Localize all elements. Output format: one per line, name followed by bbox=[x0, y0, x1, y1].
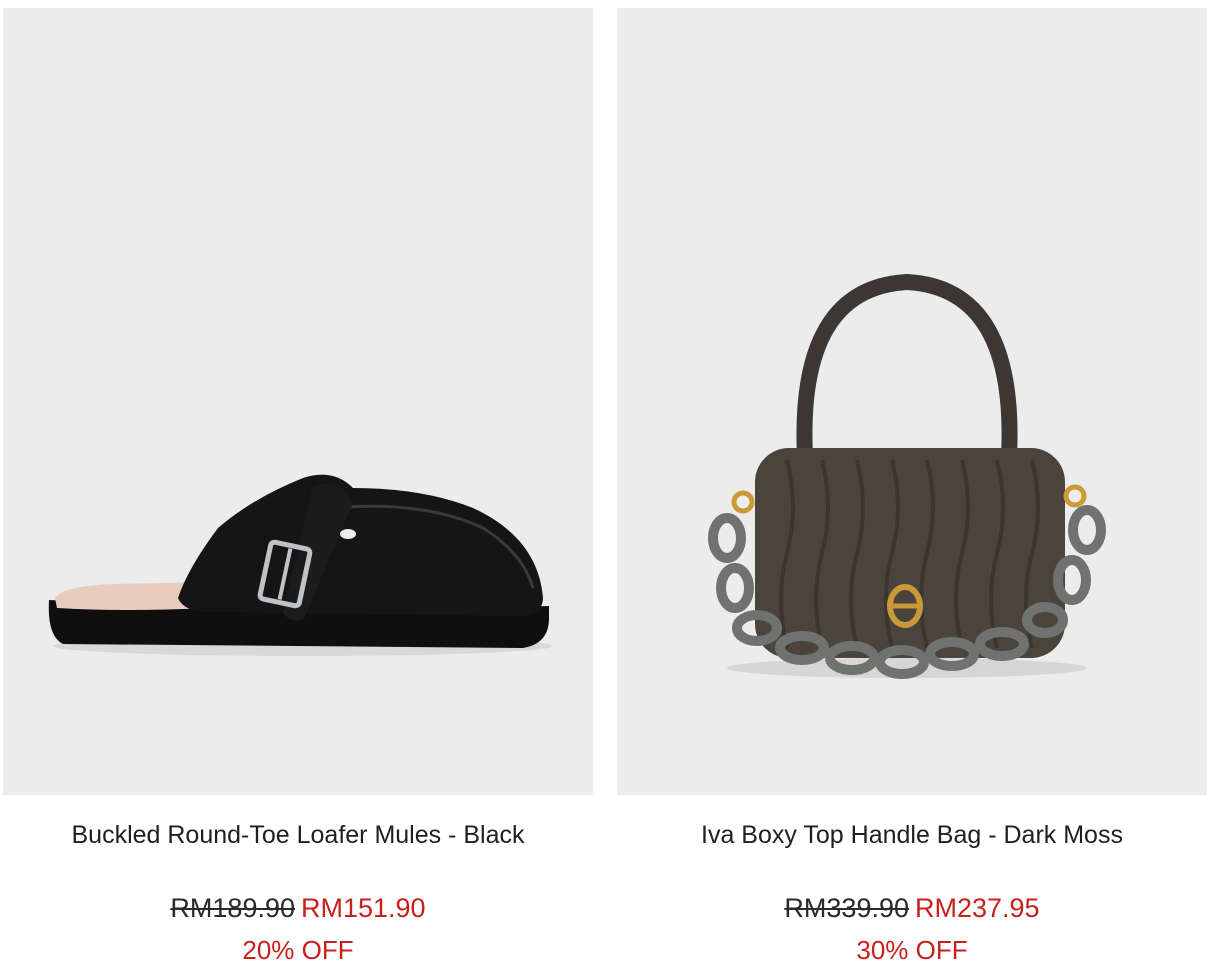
product-card-bag[interactable]: Iva Boxy Top Handle Bag - Dark Moss RM33… bbox=[617, 8, 1207, 966]
discount-badge: 30% OFF bbox=[856, 935, 968, 965]
loafer-mule-icon bbox=[48, 474, 553, 656]
original-price: RM339.90 bbox=[784, 893, 909, 923]
product-image-loafer[interactable] bbox=[3, 8, 593, 795]
product-name[interactable]: Buckled Round-Toe Loafer Mules - Black bbox=[3, 819, 593, 851]
sale-price: RM151.90 bbox=[301, 893, 426, 923]
product-image-bag[interactable] bbox=[617, 8, 1207, 795]
product-card-loafer[interactable]: Buckled Round-Toe Loafer Mules - Black R… bbox=[3, 8, 593, 966]
product-grid: Buckled Round-Toe Loafer Mules - Black R… bbox=[0, 0, 1213, 966]
price-row: RM339.90 RM237.95 bbox=[617, 891, 1207, 925]
product-name[interactable]: Iva Boxy Top Handle Bag - Dark Moss bbox=[617, 819, 1207, 851]
price-row: RM189.90 RM151.90 bbox=[3, 891, 593, 925]
top-handle-bag-icon bbox=[708, 273, 1106, 679]
discount-badge: 20% OFF bbox=[242, 935, 354, 965]
sale-price: RM237.95 bbox=[915, 893, 1040, 923]
original-price: RM189.90 bbox=[170, 893, 295, 923]
